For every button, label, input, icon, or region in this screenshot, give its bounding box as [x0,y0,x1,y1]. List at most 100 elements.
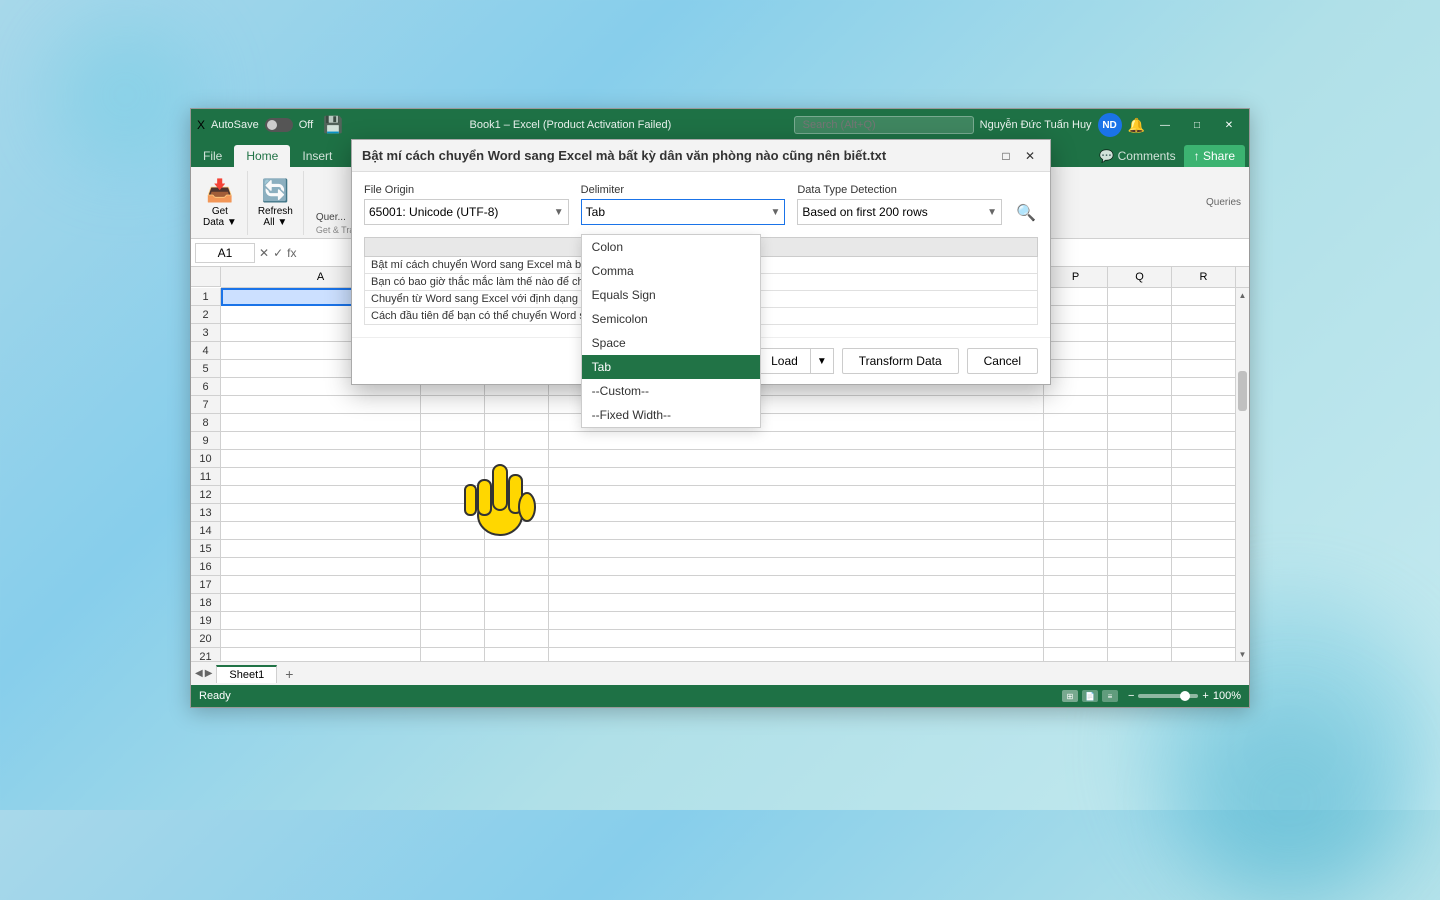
cell-r16[interactable] [1171,558,1235,576]
cell-q9[interactable] [1107,432,1171,450]
cell-q1[interactable] [1107,288,1171,306]
cell-p21[interactable] [1043,648,1107,661]
cell-q6[interactable] [1107,378,1171,396]
cell-r17[interactable] [1171,576,1235,594]
cell-c15[interactable] [485,540,549,558]
cell-c14[interactable] [485,522,549,540]
cell-a8[interactable] [221,414,421,432]
comments-ribbon-btn[interactable]: 💬 Comments [1091,145,1183,167]
cell-c20[interactable] [485,630,549,648]
cell-a14[interactable] [221,522,421,540]
cell-a7[interactable] [221,396,421,414]
cell-b13[interactable] [421,504,485,522]
minimize-button[interactable]: — [1151,115,1179,135]
cell-p17[interactable] [1043,576,1107,594]
cell-r19[interactable] [1171,612,1235,630]
cell-p3[interactable] [1043,324,1107,342]
cell-q7[interactable] [1107,396,1171,414]
cell-r15[interactable] [1171,540,1235,558]
delimiter-option-semicolon[interactable]: Semicolon [582,307,760,331]
sheet-nav-right[interactable]: ▶ [205,668,213,679]
cell-b9[interactable] [421,432,485,450]
sheet-tab-sheet1[interactable]: Sheet1 [216,665,277,683]
cell-a12[interactable] [221,486,421,504]
cell-p16[interactable] [1043,558,1107,576]
cell-c8[interactable] [485,414,549,432]
cell-b17[interactable] [421,576,485,594]
cell-c11[interactable] [485,468,549,486]
cell-b21[interactable] [421,648,485,661]
cell-q18[interactable] [1107,594,1171,612]
cell-a13[interactable] [221,504,421,522]
dialog-close-btn[interactable]: ✕ [1020,146,1040,166]
transform-data-button[interactable]: Transform Data [842,348,959,374]
cell-c12[interactable] [485,486,549,504]
delimiter-option-colon[interactable]: Colon [582,235,760,259]
cell-p8[interactable] [1043,414,1107,432]
cell-r5[interactable] [1171,360,1235,378]
file-origin-select[interactable]: 65001: Unicode (UTF-8) ▼ [364,199,569,225]
share-btn[interactable]: ↑ Share [1184,145,1245,167]
cell-c21[interactable] [485,648,549,661]
delimiter-option-space[interactable]: Space [582,331,760,355]
cell-q11[interactable] [1107,468,1171,486]
cell-r1[interactable] [1171,288,1235,306]
notification-icon[interactable]: 🔔 [1128,117,1145,134]
cell-r13[interactable] [1171,504,1235,522]
cell-r9[interactable] [1171,432,1235,450]
delimiter-select[interactable]: Tab ▼ [581,199,786,225]
cancel-button[interactable]: Cancel [967,348,1038,374]
cell-c17[interactable] [485,576,549,594]
cell-p12[interactable] [1043,486,1107,504]
cell-q12[interactable] [1107,486,1171,504]
user-avatar[interactable]: ND [1098,113,1122,137]
cell-q8[interactable] [1107,414,1171,432]
cell-q15[interactable] [1107,540,1171,558]
formula-cancel[interactable]: ✕ [259,246,269,260]
cell-r4[interactable] [1171,342,1235,360]
cell-r6[interactable] [1171,378,1235,396]
cell-q17[interactable] [1107,576,1171,594]
cell-p7[interactable] [1043,396,1107,414]
close-button[interactable]: ✕ [1215,115,1243,135]
cell-a18[interactable] [221,594,421,612]
cell-q20[interactable] [1107,630,1171,648]
cell-q19[interactable] [1107,612,1171,630]
cell-p11[interactable] [1043,468,1107,486]
cell-q10[interactable] [1107,450,1171,468]
refresh-all-button[interactable]: 🔄 RefreshAll ▼ [254,171,304,235]
cell-r14[interactable] [1171,522,1235,540]
add-sheet-button[interactable]: + [279,664,299,684]
delimiter-option-tab[interactable]: Tab [582,355,760,379]
cell-r12[interactable] [1171,486,1235,504]
cell-a21[interactable] [221,648,421,661]
delimiter-option-fixed[interactable]: --Fixed Width-- [582,403,760,427]
cell-b8[interactable] [421,414,485,432]
page-layout-view-icon[interactable]: 📄 [1082,690,1098,702]
cell-a17[interactable] [221,576,421,594]
cell-r2[interactable] [1171,306,1235,324]
cell-b11[interactable] [421,468,485,486]
data-type-select[interactable]: Based on first 200 rows ▼ [797,199,1002,225]
cell-a16[interactable] [221,558,421,576]
cell-b15[interactable] [421,540,485,558]
normal-view-icon[interactable]: ⊞ [1062,690,1078,702]
sheet-nav-left[interactable]: ◀ [195,668,203,679]
zoom-slider[interactable] [1138,694,1198,698]
dialog-restore-btn[interactable]: □ [996,146,1016,166]
cell-p9[interactable] [1043,432,1107,450]
zoom-out-btn[interactable]: − [1128,690,1134,702]
cell-reference[interactable] [195,243,255,263]
delimiter-option-equals[interactable]: Equals Sign [582,283,760,307]
cell-a9[interactable] [221,432,421,450]
scroll-thumb[interactable] [1238,371,1247,411]
cell-p6[interactable] [1043,378,1107,396]
tab-file[interactable]: File [191,145,234,167]
cell-c18[interactable] [485,594,549,612]
cell-r10[interactable] [1171,450,1235,468]
cell-q3[interactable] [1107,324,1171,342]
cell-c19[interactable] [485,612,549,630]
cell-p20[interactable] [1043,630,1107,648]
cell-b16[interactable] [421,558,485,576]
cell-q21[interactable] [1107,648,1171,661]
